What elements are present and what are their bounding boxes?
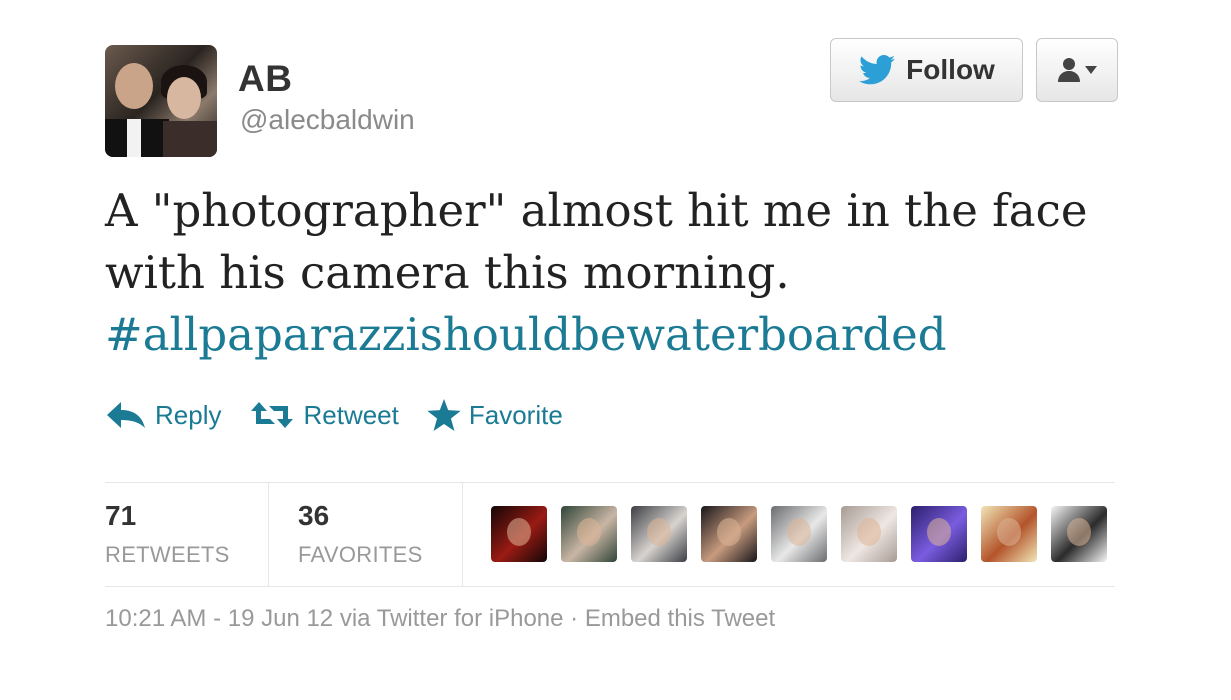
avatar-face (927, 518, 951, 546)
favoriter-avatar[interactable] (561, 506, 617, 562)
retweet-label: Retweet (303, 399, 399, 430)
favoriter-avatar[interactable] (701, 506, 757, 562)
favoriter-avatar[interactable] (981, 506, 1037, 562)
hashtag-link[interactable]: #allpaparazzishouldbewaterboarded (105, 304, 1145, 366)
star-icon (427, 399, 461, 431)
favoriter-avatars (491, 506, 1107, 562)
tweet-timestamp[interactable]: 10:21 AM - 19 Jun 12 via Twitter for iPh… (105, 605, 563, 632)
tweet-text-line: A "photographer" almost hit me in the fa… (105, 184, 1088, 237)
avatar-face (787, 518, 811, 546)
favoriter-avatar[interactable] (491, 506, 547, 562)
follow-button[interactable]: Follow (830, 38, 1023, 102)
avatar-face (167, 77, 201, 119)
divider (105, 482, 1115, 483)
tweet-actions: Reply Retweet Favorite (105, 395, 591, 435)
caret-down-icon (1085, 66, 1097, 74)
favorites-stat[interactable]: 36 FAVORITES (298, 500, 423, 568)
avatar-face (577, 518, 601, 546)
favoriter-avatar[interactable] (771, 506, 827, 562)
twitter-bird-icon (859, 55, 896, 85)
meta-separator: · (570, 605, 579, 632)
user-icon (1058, 58, 1080, 82)
favorites-count: 36 (298, 500, 330, 531)
retweet-icon (251, 402, 294, 428)
tweet-meta: 10:21 AM - 19 Jun 12 via Twitter for iPh… (105, 605, 775, 633)
retweets-count: 71 (105, 500, 137, 531)
embed-tweet-link[interactable]: Embed this Tweet (585, 605, 775, 632)
reply-label: Reply (155, 399, 222, 430)
favoriter-avatar[interactable] (911, 506, 967, 562)
avatar-face (115, 63, 153, 109)
retweets-label: RETWEETS (105, 542, 230, 567)
favoriter-avatar[interactable] (631, 506, 687, 562)
user-actions-dropdown[interactable] (1036, 38, 1118, 102)
favorite-button[interactable]: Favorite (427, 399, 563, 431)
avatar-shirt (127, 119, 141, 157)
retweets-stat[interactable]: 71 RETWEETS (105, 500, 230, 568)
tweet-text: A "photographer" almost hit me in the fa… (105, 180, 1145, 366)
avatar-face (647, 518, 671, 546)
favoriter-avatar[interactable] (1051, 506, 1107, 562)
profile-avatar[interactable] (105, 45, 217, 157)
avatar-face (857, 518, 881, 546)
retweet-button[interactable]: Retweet (249, 399, 399, 431)
follow-button-label: Follow (906, 54, 995, 85)
reply-icon (107, 402, 145, 428)
reply-button[interactable]: Reply (105, 400, 221, 431)
divider (462, 482, 463, 586)
avatar-face (997, 518, 1021, 546)
divider (268, 482, 269, 586)
favoriter-avatar[interactable] (841, 506, 897, 562)
avatar-face (1067, 518, 1091, 546)
user-handle[interactable]: @alecbaldwin (240, 104, 415, 136)
favorite-label: Favorite (468, 399, 563, 430)
user-full-name[interactable]: AB (238, 58, 292, 100)
divider (105, 586, 1115, 587)
avatar-face (717, 518, 741, 546)
favorites-label: FAVORITES (298, 542, 423, 567)
avatar-dress (163, 121, 217, 157)
avatar-face (507, 518, 531, 546)
tweet-text-line: with his camera this morning. (105, 246, 790, 299)
